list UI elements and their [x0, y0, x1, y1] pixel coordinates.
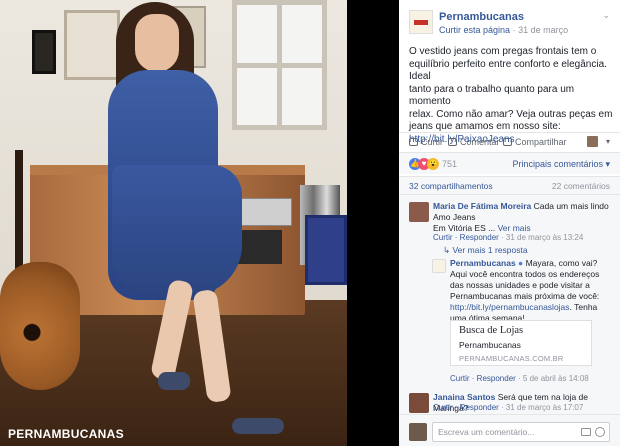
comments-list: Maria De Fátima Moreira Cada um mais lin…: [399, 194, 620, 414]
photo-small-frame: [32, 30, 56, 74]
reply-item: Pernambucanas ● Mayara, como vai? Aqui v…: [450, 258, 616, 324]
post-text-line: equilíbrio perfeito entre conforto e ele…: [409, 58, 607, 83]
comment-text: Em Vitória ES ...: [433, 223, 496, 233]
share-arrow-icon: [503, 138, 512, 146]
page-avatar[interactable]: [409, 10, 433, 34]
comment-actions[interactable]: Curtir · Responder: [433, 403, 499, 412]
post-options-chevron-icon[interactable]: ⌄: [602, 10, 610, 21]
comment-item: Maria De Fátima Moreira Cada um mais lin…: [433, 201, 613, 234]
comment-author-avatar[interactable]: [409, 393, 429, 413]
reply-text: Aqui você encontra todos os endereços: [450, 269, 600, 279]
post-text-line: O vestido jeans com pregas frontais tem …: [409, 46, 597, 57]
comment-meta: Curtir · Responder · 31 de março às 13:2…: [433, 233, 583, 242]
reply-actions[interactable]: Curtir · Responder: [450, 374, 516, 383]
reaction-count[interactable]: 751: [442, 159, 457, 169]
comment-text: Cada um mais lindo: [533, 201, 609, 211]
post-sidebar: Pernambucanas Curtir esta página · 31 de…: [399, 0, 620, 446]
view-replies-label: Ver mais 1 resposta: [452, 245, 528, 255]
reaction-as-chevron-icon[interactable]: ▾: [606, 137, 610, 146]
camera-icon[interactable]: [581, 428, 591, 436]
reply-meta: Curtir · Responder · 5 de abril às 14:08: [450, 374, 589, 383]
reply-text: Pernambucanas mais próxima de você:: [450, 291, 600, 301]
thumbs-up-icon: [409, 138, 418, 146]
photo-flat-shoe: [232, 418, 284, 434]
wow-reaction-icon[interactable]: 😮: [427, 158, 439, 170]
shares-count[interactable]: 32 compartilhamentos: [409, 181, 493, 191]
meta-separator: ·: [512, 25, 516, 35]
link-card-domain: PERNAMBUCANAS.COM.BR: [459, 354, 564, 363]
post-text-line: tanto para o trabalho quanto para um mom…: [409, 83, 575, 108]
link-card-title: Busca de Lojas: [459, 325, 524, 336]
like-button[interactable]: Curtir: [409, 137, 443, 147]
post-body: O vestido jeans com pregas frontais tem …: [409, 46, 614, 146]
comment-actions[interactable]: Curtir · Responder: [433, 233, 499, 242]
like-page-link[interactable]: Curtir esta página: [439, 25, 510, 35]
photo-dress-skirt: [112, 165, 242, 295]
top-comments-filter[interactable]: Principais comentários ▾: [512, 159, 610, 170]
reply-timestamp[interactable]: · 5 de abril às 14:08: [516, 374, 589, 383]
comment-text: Amo Jeans: [433, 212, 476, 222]
comment-meta: Curtir · Responder · 31 de março às 17:0…: [433, 403, 583, 412]
share-label: Compartilhar: [515, 137, 567, 147]
comment-timestamp[interactable]: · 31 de março às 13:24: [499, 233, 583, 242]
comment-label: Comentar: [460, 137, 500, 147]
reply-text: das nossas unidades e pode visitar a: [450, 280, 590, 290]
post-date[interactable]: 31 de março: [518, 25, 568, 35]
photo-blue-crate: [305, 215, 347, 285]
page-meta: Curtir esta página · 31 de março: [439, 25, 568, 35]
reply-author-avatar[interactable]: [432, 259, 446, 273]
reply-author-name[interactable]: Pernambucanas: [450, 258, 516, 268]
stats-row: 32 compartilhamentos 22 comentários: [399, 176, 620, 194]
comment-composer: [399, 414, 620, 446]
view-replies-link[interactable]: ↳ Ver mais 1 resposta: [443, 245, 528, 256]
reply-text: Mayara, como vai?: [525, 258, 598, 268]
page-name[interactable]: Pernambucanas: [439, 11, 524, 23]
comment-timestamp[interactable]: · 31 de março às 17:07: [499, 403, 583, 412]
emoji-icon[interactable]: [595, 427, 605, 437]
like-label: Curtir: [421, 137, 443, 147]
verified-badge-icon: ●: [518, 258, 524, 268]
comments-count[interactable]: 22 comentários: [552, 181, 610, 191]
post-text-line: relax. Como não amar? Veja outras peças …: [409, 108, 613, 120]
link-preview-card[interactable]: Busca de Lojas Pernambucanas PERNAMBUCAN…: [450, 320, 592, 366]
reactions-row: 👍 ♥ 😮 751 Principais comentários ▾: [399, 152, 620, 174]
share-button[interactable]: Compartilhar: [503, 137, 567, 147]
post-header: Pernambucanas Curtir esta página · 31 de…: [399, 0, 620, 40]
comment-author-name[interactable]: Maria De Fátima Moreira: [433, 201, 531, 211]
comment-author-name[interactable]: Janaina Santos: [433, 392, 495, 402]
post-photo[interactable]: PERNAMBUCANAS: [0, 0, 347, 446]
comment-author-avatar[interactable]: [409, 202, 429, 222]
photo-picture-frame: [64, 10, 120, 80]
brand-watermark: PERNAMBUCANAS: [8, 427, 124, 441]
photo-flat-shoe: [158, 372, 190, 390]
photo-window: [232, 0, 327, 130]
viewer-avatar[interactable]: [587, 136, 598, 147]
post-actions-bar: Curtir Comentar Compartilhar ▾: [399, 132, 620, 152]
reply-text: . Tenha: [569, 302, 598, 312]
viewer-avatar: [409, 423, 427, 441]
photo-guitar: [0, 262, 80, 390]
comment-button[interactable]: Comentar: [448, 137, 500, 147]
link-card-subtitle: Pernambucanas: [459, 340, 521, 350]
comment-bubble-icon: [448, 138, 457, 146]
see-more-link[interactable]: Ver mais: [498, 223, 531, 233]
reply-link[interactable]: http://bit.ly/pernambucanaslojas: [450, 302, 570, 312]
photo-model-face: [135, 14, 179, 72]
